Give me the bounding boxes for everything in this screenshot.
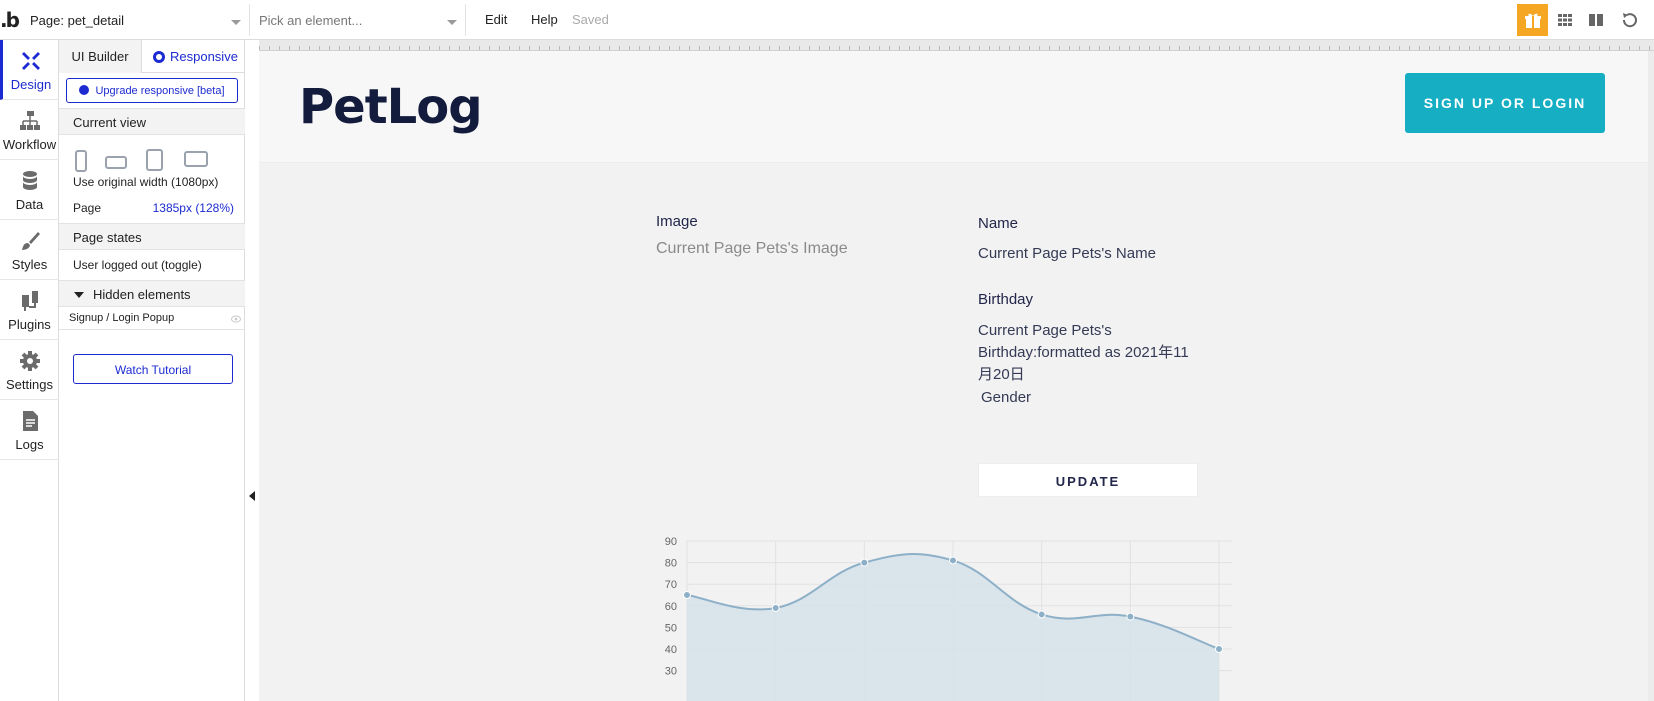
document-icon [22, 411, 38, 431]
birthday-value-line-2[interactable]: Birthday:formatted as 2021年11 [978, 342, 1189, 364]
chart-tick-label: 50 [665, 622, 677, 634]
plug-icon [21, 291, 38, 311]
menu-edit[interactable]: Edit [485, 12, 507, 27]
rail-label: Settings [6, 377, 53, 392]
rail-label: Styles [11, 257, 48, 272]
responsive-icon [153, 51, 165, 63]
bubble-logo[interactable]: .b [0, 8, 22, 32]
rail-item-styles[interactable]: Styles [0, 220, 59, 280]
left-nav-rail: Design Workflow Data Styles Plugins Sett… [0, 40, 59, 701]
pet-image-placeholder[interactable]: Current Page Pets's Image [656, 240, 848, 258]
chart-tick-label: 30 [665, 666, 677, 678]
chart-tick-label: 40 [665, 644, 677, 656]
panel-tabs: UI Builder Responsive [59, 40, 244, 73]
chart-point [1126, 612, 1135, 621]
rail-label: Design [10, 77, 52, 92]
page-canvas: PetLog SIGN UP OR LOGIN Image Current Pa… [259, 51, 1654, 701]
chevron-down-icon [447, 20, 457, 25]
caret-down-icon [74, 292, 84, 298]
update-button[interactable]: UPDATE [978, 463, 1198, 497]
menu-help[interactable]: Help [531, 12, 558, 27]
brush-icon [21, 232, 40, 250]
top-bar: .b Page: pet_detail Pick an element... E… [0, 0, 1654, 40]
device-selector [73, 148, 233, 176]
mobile-landscape-icon[interactable] [105, 156, 127, 169]
name-label: Name [978, 215, 1019, 232]
pet-name-value[interactable]: Current Page Pets's Name [978, 243, 1156, 265]
chart-point [1037, 610, 1046, 619]
rail-label: Data [15, 197, 44, 212]
rail-item-design[interactable]: Design [0, 40, 59, 100]
element-picker-placeholder: Pick an element... [259, 13, 363, 28]
rail-label: Workflow [2, 137, 57, 152]
birthday-value-line-1[interactable]: Current Page Pets's [978, 320, 1112, 342]
workflow-icon [19, 111, 40, 130]
brand-logo[interactable]: PetLog [299, 79, 483, 135]
chart-area-fill [687, 553, 1219, 701]
design-icon [22, 52, 40, 70]
rail-item-data[interactable]: Data [0, 160, 59, 220]
split-view-icon[interactable] [1586, 10, 1606, 30]
rail-label: Logs [15, 437, 44, 452]
original-width-toggle[interactable]: Use original width (1080px) [73, 175, 218, 189]
birthday-value-line-3[interactable]: 月20日 [978, 364, 1025, 386]
chart-tick-label: 70 [665, 579, 677, 591]
laptop-icon[interactable] [184, 151, 208, 167]
hidden-element-label: Signup / Login Popup [69, 312, 175, 324]
page-selector[interactable]: Page: pet_detail [22, 4, 250, 36]
watch-tutorial-button[interactable]: Watch Tutorial [73, 354, 233, 384]
undo-icon[interactable] [1619, 10, 1639, 30]
canvas-scrollbar[interactable] [1648, 51, 1654, 701]
rail-item-settings[interactable]: Settings [0, 340, 59, 400]
chart-point [683, 591, 691, 599]
gear-icon [19, 351, 40, 371]
hidden-elements-header[interactable]: Hidden elements [59, 280, 245, 307]
page-header: PetLog SIGN UP OR LOGIN [259, 51, 1654, 163]
chart-point [949, 556, 957, 565]
upgrade-responsive-button[interactable]: Upgrade responsive [beta] [66, 78, 238, 103]
page-width-value[interactable]: 1385px (128%) [153, 201, 234, 215]
chart-tick-label: 90 [665, 536, 677, 548]
current-view-header: Current view [59, 108, 245, 135]
gift-icon [1524, 13, 1541, 28]
collapse-panel-icon[interactable] [249, 491, 255, 501]
hidden-elements-label: Hidden elements [93, 287, 191, 302]
upgrade-label: Upgrade responsive [beta] [95, 85, 225, 97]
tablet-icon[interactable] [146, 149, 163, 171]
signup-login-button[interactable]: SIGN UP OR LOGIN [1405, 73, 1605, 133]
tab-responsive[interactable]: Responsive [143, 40, 245, 73]
database-icon [22, 171, 37, 190]
rail-item-plugins[interactable]: Plugins [0, 280, 59, 340]
horizontal-ruler [259, 40, 1654, 51]
birthday-label: Birthday [978, 291, 1034, 308]
rail-label: Plugins [8, 317, 51, 332]
chevron-down-icon [231, 20, 241, 25]
gift-button[interactable] [1517, 4, 1548, 36]
chart-tick-label: 60 [665, 601, 677, 613]
element-picker[interactable]: Pick an element... [251, 4, 466, 36]
chart-point [860, 558, 869, 567]
weight-chart: 90 80 70 60 50 40 30 [665, 536, 1232, 701]
mobile-portrait-icon[interactable] [75, 150, 87, 172]
page-width-label: Page [73, 201, 102, 215]
save-status: Saved [572, 12, 609, 27]
rail-item-logs[interactable]: Logs [0, 400, 59, 460]
image-label: Image [656, 213, 698, 230]
builder-panel: UI Builder Responsive Upgrade responsive… [59, 40, 245, 701]
responsive-icon [79, 85, 90, 95]
rail-item-workflow[interactable]: Workflow [0, 100, 59, 160]
eye-icon[interactable] [231, 315, 241, 323]
chart-point [771, 603, 780, 612]
hidden-element-item[interactable]: Signup / Login Popup [59, 306, 245, 330]
tab-responsive-label: Responsive [170, 49, 238, 64]
gender-label: Gender [981, 389, 1032, 406]
chart-y-ticks: 90 80 70 60 50 40 30 [665, 536, 677, 678]
page-state-item[interactable]: User logged out (toggle) [73, 258, 202, 272]
page-states-header: Page states [59, 223, 245, 250]
chart-point [1215, 645, 1223, 653]
tab-ui-builder[interactable]: UI Builder [59, 40, 142, 73]
page-selector-label: Page: pet_detail [30, 13, 124, 28]
chart-tick-label: 80 [665, 558, 677, 570]
grid-view-icon[interactable] [1555, 10, 1575, 30]
